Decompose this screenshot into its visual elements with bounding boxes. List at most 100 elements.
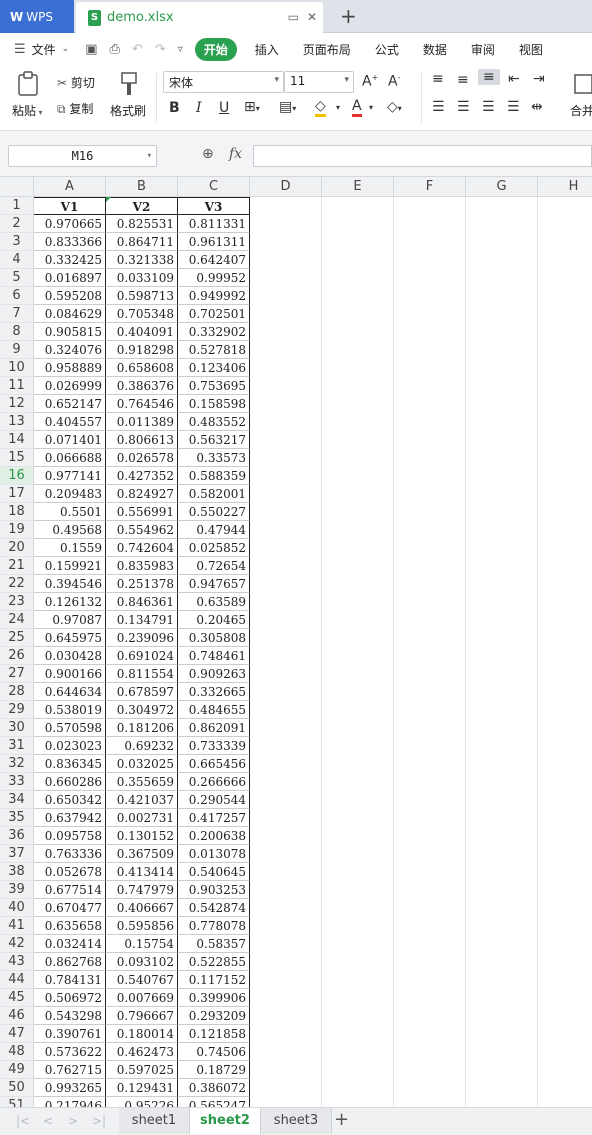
table-cell[interactable]: 0.949992	[178, 287, 250, 305]
table-cell[interactable]: 0.658608	[106, 359, 178, 377]
table-cell[interactable]: 0.670477	[34, 899, 106, 917]
table-cell[interactable]: 0.266666	[178, 773, 250, 791]
tab-sheet2[interactable]: sheet2	[190, 1108, 261, 1134]
tab-sheet3[interactable]: sheet3	[261, 1108, 332, 1134]
clear-format-icon[interactable]: ◇▾	[387, 99, 402, 115]
table-cell[interactable]: 0.748461	[178, 647, 250, 665]
row-header[interactable]: 21	[0, 557, 34, 575]
merge-cells-button[interactable]: 合并	[570, 102, 592, 119]
table-cell[interactable]: 0.49568	[34, 521, 106, 539]
table-cell[interactable]: 0.540767	[106, 971, 178, 989]
table-cell[interactable]: 0.159921	[34, 557, 106, 575]
select-all-corner[interactable]	[0, 177, 34, 197]
row-header[interactable]: 29	[0, 701, 34, 719]
table-cell[interactable]: 0.025852	[178, 539, 250, 557]
paste-icon[interactable]	[16, 71, 40, 97]
table-cell[interactable]: 0.367509	[106, 845, 178, 863]
table-cell[interactable]: 0.355659	[106, 773, 178, 791]
chevron-down-icon[interactable]: ▾	[369, 103, 373, 112]
table-cell[interactable]: 0.97087	[34, 611, 106, 629]
table-cell[interactable]: 0.404091	[106, 323, 178, 341]
chevron-down-icon[interactable]: ▾	[336, 103, 340, 112]
table-cell[interactable]: 0.846361	[106, 593, 178, 611]
table-cell[interactable]: 0.565247	[178, 1097, 250, 1107]
table-cell[interactable]: V1	[34, 197, 106, 215]
table-cell[interactable]: 0.796667	[106, 1007, 178, 1025]
table-cell[interactable]: 0.332665	[178, 683, 250, 701]
tab-data[interactable]: 数据	[411, 41, 459, 58]
table-cell[interactable]: 0.200638	[178, 827, 250, 845]
table-cell[interactable]: 0.862091	[178, 719, 250, 737]
table-cell[interactable]: 0.016897	[34, 269, 106, 287]
table-cell[interactable]: 0.903253	[178, 881, 250, 899]
table-cell[interactable]: 0.563217	[178, 431, 250, 449]
table-cell[interactable]: 0.321338	[106, 251, 178, 269]
row-header[interactable]: 42	[0, 935, 34, 953]
table-cell[interactable]: 0.002731	[106, 809, 178, 827]
align-middle-icon[interactable]: ≡	[457, 72, 469, 88]
column-header[interactable]: A	[34, 177, 106, 197]
redo-icon[interactable]: ↷	[149, 42, 172, 57]
align-left-icon[interactable]: ☰	[432, 99, 445, 115]
function-icon[interactable]: fx	[229, 146, 242, 162]
row-header[interactable]: 40	[0, 899, 34, 917]
column-header[interactable]: B	[106, 177, 178, 197]
table-cell[interactable]: 0.023023	[34, 737, 106, 755]
row-header[interactable]: 22	[0, 575, 34, 593]
row-header[interactable]: 31	[0, 737, 34, 755]
table-cell[interactable]: 0.123406	[178, 359, 250, 377]
table-cell[interactable]: 0.678597	[106, 683, 178, 701]
table-cell[interactable]: 0.483552	[178, 413, 250, 431]
file-menu[interactable]: 文件	[32, 41, 58, 58]
row-header[interactable]: 48	[0, 1043, 34, 1061]
row-header[interactable]: 5	[0, 269, 34, 287]
table-cell[interactable]: 0.484655	[178, 701, 250, 719]
tab-view[interactable]: 视图	[507, 41, 555, 58]
table-cell[interactable]: 0.918298	[106, 341, 178, 359]
table-cell[interactable]: 0.026578	[106, 449, 178, 467]
table-cell[interactable]: 0.406667	[106, 899, 178, 917]
table-cell[interactable]: 0.305808	[178, 629, 250, 647]
copy-button[interactable]: ⧉ 复制	[57, 100, 93, 117]
row-header[interactable]: 28	[0, 683, 34, 701]
table-cell[interactable]: 0.427352	[106, 467, 178, 485]
table-cell[interactable]: 0.573622	[34, 1043, 106, 1061]
table-cell[interactable]: 0.239096	[106, 629, 178, 647]
row-header[interactable]: 20	[0, 539, 34, 557]
table-cell[interactable]: 0.386072	[178, 1079, 250, 1097]
table-cell[interactable]: 0.660286	[34, 773, 106, 791]
table-cell[interactable]: 0.900166	[34, 665, 106, 683]
table-cell[interactable]: 0.093102	[106, 953, 178, 971]
table-cell[interactable]: 0.217946	[34, 1097, 106, 1107]
table-cell[interactable]: 0.421037	[106, 791, 178, 809]
tab-formulas[interactable]: 公式	[363, 41, 411, 58]
table-cell[interactable]: 0.522855	[178, 953, 250, 971]
table-cell[interactable]: 0.63589	[178, 593, 250, 611]
column-header[interactable]: E	[322, 177, 394, 197]
table-cell[interactable]: 0.652147	[34, 395, 106, 413]
table-cell[interactable]: 0.413414	[106, 863, 178, 881]
table-cell[interactable]: 0.293209	[178, 1007, 250, 1025]
table-cell[interactable]: 0.399906	[178, 989, 250, 1007]
distributed-align-icon[interactable]: ⇹	[531, 99, 543, 115]
add-sheet-icon[interactable]: +	[334, 1109, 349, 1130]
table-cell[interactable]: 0.011389	[106, 413, 178, 431]
column-header[interactable]: G	[466, 177, 538, 197]
table-cell[interactable]: 0.595856	[106, 917, 178, 935]
table-cell[interactable]: 0.99952	[178, 269, 250, 287]
table-cell[interactable]: 0.733339	[178, 737, 250, 755]
row-header[interactable]: 24	[0, 611, 34, 629]
cell-style-icon[interactable]: ▤▾	[279, 99, 296, 115]
table-cell[interactable]: 0.635658	[34, 917, 106, 935]
row-header[interactable]: 16	[0, 467, 34, 485]
table-cell[interactable]: 0.811331	[178, 215, 250, 233]
table-cell[interactable]: 0.691024	[106, 647, 178, 665]
table-cell[interactable]: 0.705348	[106, 305, 178, 323]
table-cell[interactable]: 0.595208	[34, 287, 106, 305]
table-cell[interactable]: 0.066688	[34, 449, 106, 467]
row-header[interactable]: 39	[0, 881, 34, 899]
table-cell[interactable]: 0.825531	[106, 215, 178, 233]
table-cell[interactable]: 0.543298	[34, 1007, 106, 1025]
row-header[interactable]: 33	[0, 773, 34, 791]
table-cell[interactable]: 0.947657	[178, 575, 250, 593]
